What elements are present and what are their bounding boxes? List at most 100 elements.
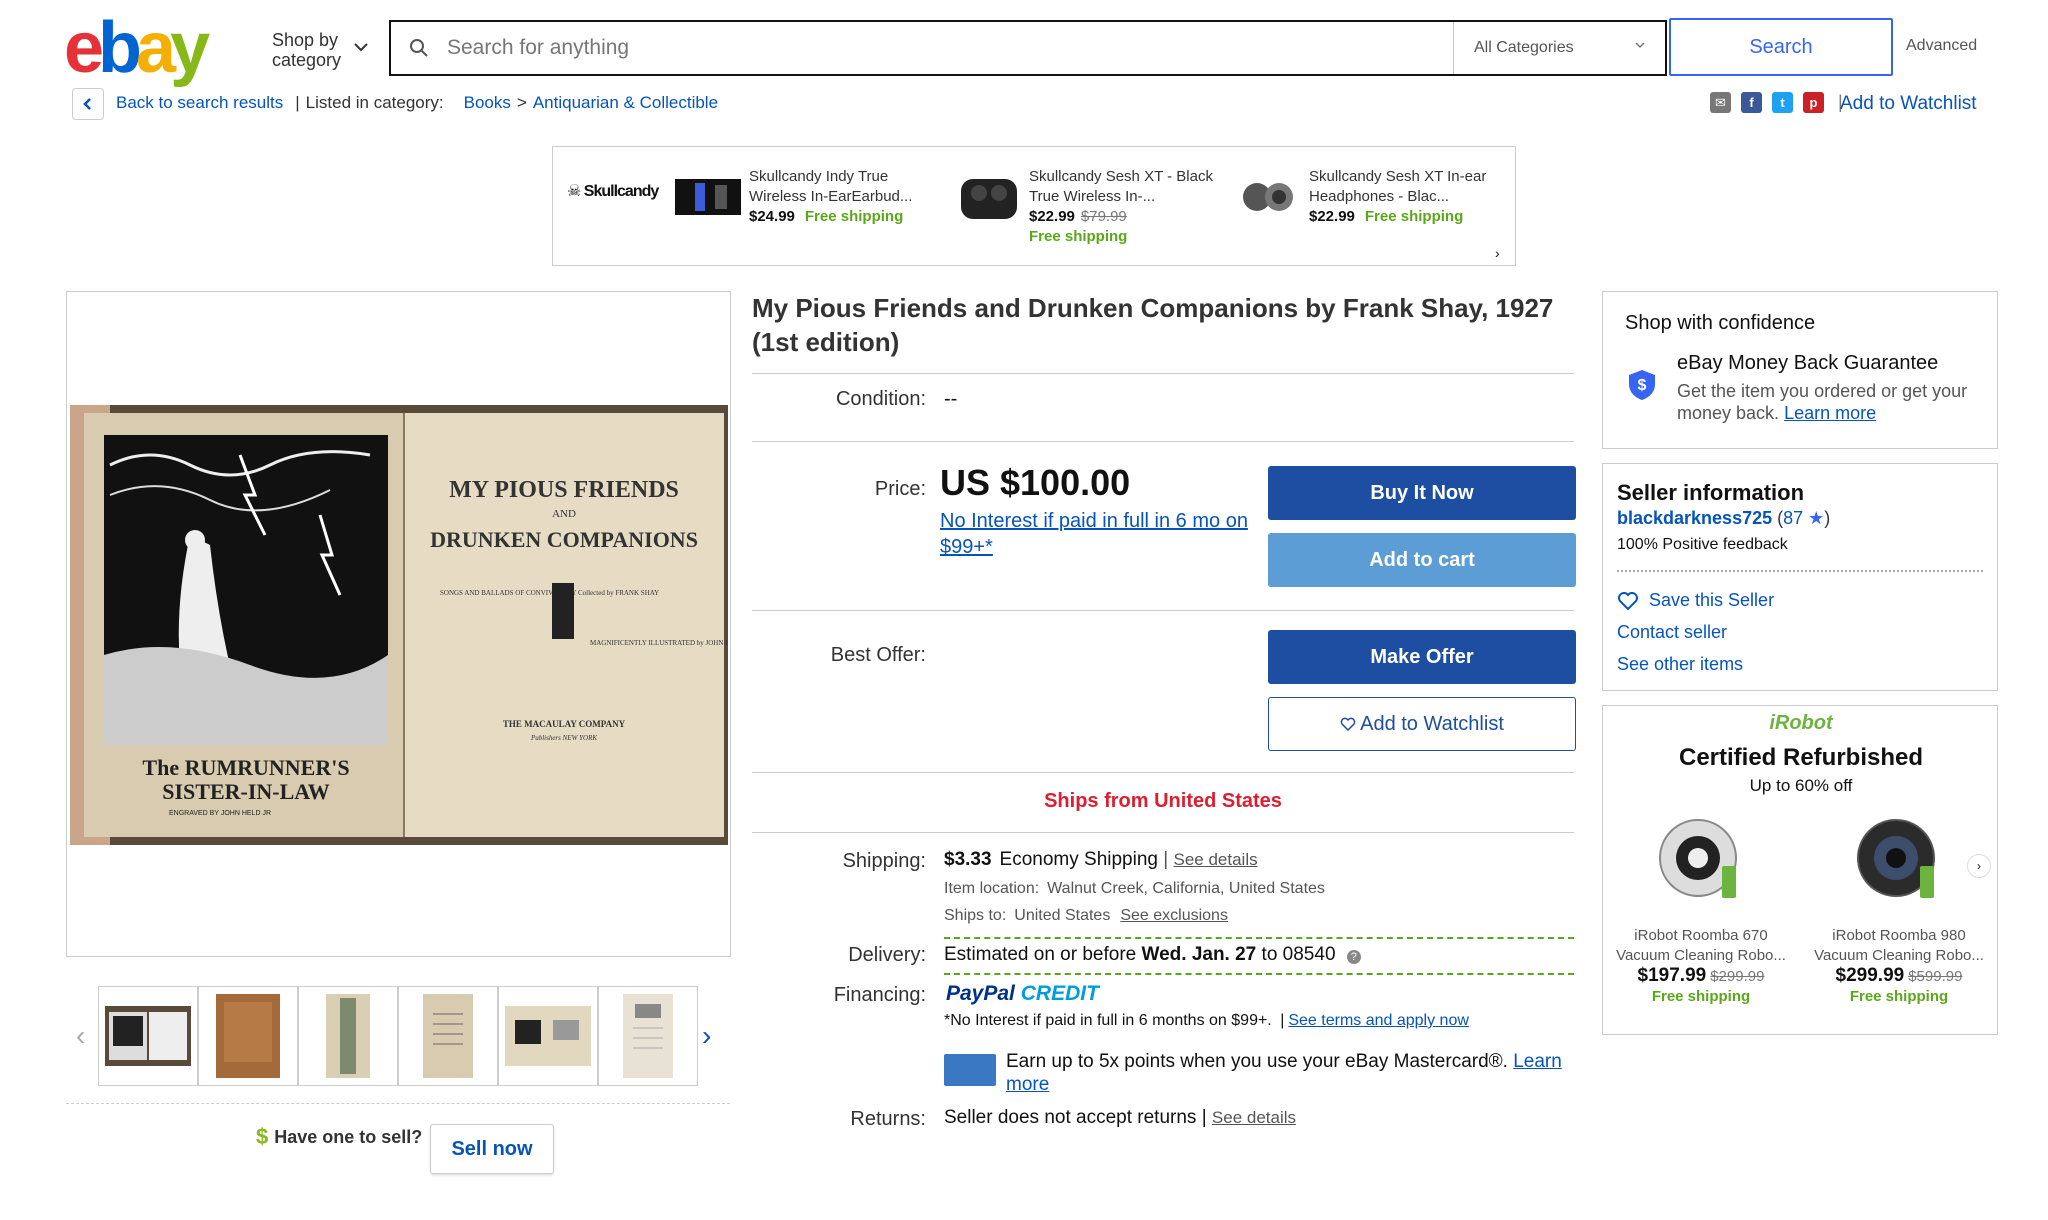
item-location-label: Item location: — [944, 880, 1040, 897]
ad-item[interactable]: Skullcandy Sesh XT In-ear Headphones - B… — [1235, 167, 1495, 227]
earbuds-case-image — [961, 179, 1017, 219]
earbuds-image — [1243, 183, 1293, 211]
heart-icon — [1340, 717, 1356, 731]
robot-desc: Vacuum Cleaning Robo... — [1616, 947, 1786, 964]
ships-to-label: Ships to: — [944, 907, 1007, 924]
earbuds-image — [675, 179, 741, 215]
no-interest-link[interactable]: No Interest if paid in full in 6 mo on $… — [940, 508, 1260, 560]
best-offer-label: Best Offer: — [830, 644, 926, 666]
ad-item-price: $24.99 — [749, 208, 795, 225]
ships-to-value: United States — [1014, 907, 1111, 924]
seller-title: Seller information — [1617, 480, 1805, 505]
add-to-cart-button[interactable]: Add to cart — [1268, 533, 1576, 587]
divider — [752, 832, 1574, 833]
returns-see-details-link[interactable]: See details — [1212, 1108, 1296, 1127]
image-text: MAGNIFICENTLY ILLUSTRATED by JOHN HELD J… — [590, 639, 728, 647]
sell-now-button[interactable]: Sell now — [430, 1124, 554, 1174]
delivery-prefix: Estimated on or before — [944, 944, 1137, 965]
returns-text: Seller does not accept returns — [944, 1107, 1197, 1128]
add-to-watchlist-label: Add to Watchlist — [1360, 712, 1504, 735]
main-image-container[interactable]: The RUMRUNNER'S SISTER-IN-LAW ENGRAVED B… — [66, 291, 731, 957]
chevron-down-icon[interactable] — [352, 38, 370, 56]
robot-was-price: $599.99 — [1908, 968, 1963, 985]
seller-score-link[interactable]: 87 — [1783, 508, 1803, 528]
divider — [752, 610, 1574, 611]
email-icon[interactable]: ✉ — [1710, 92, 1731, 113]
category-select[interactable]: All Categories — [1453, 22, 1665, 74]
robot-item[interactable]: iRobot Roomba 670 Vacuum Cleaning Robo..… — [1603, 816, 1799, 1007]
search-input[interactable] — [447, 22, 1453, 74]
breadcrumb-books[interactable]: Books — [464, 93, 511, 113]
delivery-label: Delivery: — [848, 944, 926, 966]
irobot-ad-panel[interactable]: iRobot Certified Refurbished Up to 60% o… — [1602, 705, 1998, 1035]
facebook-icon[interactable]: f — [1741, 92, 1762, 113]
shipping-method: Economy Shipping — [999, 849, 1158, 870]
credit-wordmark: CREDIT — [1020, 982, 1099, 1005]
add-to-watchlist-button[interactable]: Add to Watchlist — [1268, 697, 1576, 751]
have-one-to-sell: $ Have one to sell? — [256, 1124, 422, 1150]
save-seller-link[interactable]: Save this Seller — [1617, 590, 1774, 611]
item-location-value: Walnut Creek, California, United States — [1047, 880, 1325, 897]
ad-item-shipping: Free shipping — [804, 208, 904, 225]
thumbnail-next-button[interactable]: › — [702, 1020, 711, 1052]
image-caption: ENGRAVED BY JOHN HELD JR — [169, 810, 271, 817]
ad-next-button[interactable]: › — [1495, 245, 1513, 263]
returns-value: Seller does not accept returns | See det… — [944, 1107, 1296, 1129]
shipping-see-details-link[interactable]: See details — [1173, 850, 1257, 869]
breadcrumb: Back to search results | Listed in categ… — [116, 93, 718, 113]
ebay-logo[interactable]: ebay — [64, 12, 224, 84]
shipping-value: $3.33 Economy Shipping | See details — [944, 849, 1258, 871]
divider — [1617, 570, 1983, 572]
share-icons: ✉ f t p | — [1710, 92, 1843, 113]
thumbnail[interactable] — [498, 986, 598, 1086]
twitter-icon[interactable]: t — [1772, 92, 1793, 113]
thumbnail-prev-button[interactable]: ‹ — [76, 1020, 85, 1052]
ad-banner[interactable]: ☠ Skullcandy Skullcandy Indy True Wirele… — [552, 146, 1516, 266]
delivery-zip: to 08540 — [1261, 944, 1336, 965]
image-text: Publishers NEW YORK — [530, 734, 597, 742]
financing-note: *No Interest if paid in full in 6 months… — [944, 1012, 1469, 1030]
back-to-search-link[interactable]: Back to search results — [116, 93, 283, 113]
chevron-left-icon — [83, 98, 91, 110]
money-back-learn-more-link[interactable]: Learn more — [1784, 403, 1876, 423]
seller-name-link[interactable]: blackdarkness725 — [1617, 508, 1772, 528]
robot-shipping: Free shipping — [1651, 988, 1751, 1005]
robot-next-button[interactable]: › — [1967, 854, 1991, 878]
thumbnail[interactable] — [298, 986, 398, 1086]
ad-item-shipping: Free shipping — [1364, 208, 1464, 225]
thumbnail[interactable] — [398, 986, 498, 1086]
info-icon[interactable]: ? — [1346, 950, 1361, 964]
robot-shipping: Free shipping — [1849, 988, 1949, 1005]
image-caption: SISTER-IN-LAW — [162, 779, 330, 804]
item-title: My Pious Friends and Drunken Companions … — [752, 293, 1554, 357]
pinterest-icon[interactable]: p — [1803, 92, 1824, 113]
ad-item[interactable]: Skullcandy Indy True Wireless In-EarEarb… — [675, 167, 935, 227]
advanced-search-link[interactable]: Advanced — [1906, 37, 1977, 55]
dollar-icon: $ — [256, 1124, 269, 1149]
make-offer-button[interactable]: Make Offer — [1268, 630, 1576, 684]
thumbnail[interactable] — [198, 986, 298, 1086]
thumbnail[interactable] — [98, 986, 198, 1086]
price-label: Price: — [874, 478, 926, 500]
item-location: Item location: Walnut Creek, California, … — [944, 880, 1325, 898]
back-button[interactable] — [72, 88, 104, 120]
contact-seller-link[interactable]: Contact seller — [1617, 622, 1727, 643]
see-terms-link[interactable]: See terms and apply now — [1288, 1012, 1469, 1029]
save-seller-label: Save this Seller — [1649, 590, 1775, 610]
robot-name: iRobot Roomba 670 — [1634, 927, 1768, 944]
buy-it-now-button[interactable]: Buy It Now — [1268, 466, 1576, 520]
see-other-items-link[interactable]: See other items — [1617, 654, 1743, 675]
book-photo: The RUMRUNNER'S SISTER-IN-LAW ENGRAVED B… — [70, 405, 728, 845]
breadcrumb-arrow: > — [516, 93, 527, 112]
search-icon — [391, 22, 447, 74]
search-button[interactable]: Search — [1669, 18, 1893, 76]
breadcrumb-antiquarian[interactable]: Antiquarian & Collectible — [533, 93, 718, 113]
add-to-watchlist-link[interactable]: Add to Watchlist — [1840, 93, 1977, 115]
divider — [752, 373, 1574, 374]
robot-item[interactable]: iRobot Roomba 980 Vacuum Cleaning Robo..… — [1801, 816, 1997, 1007]
ad-item[interactable]: Skullcandy Sesh XT - Black True Wireless… — [955, 167, 1215, 247]
heart-icon — [1618, 591, 1638, 610]
paypal-credit-logo: PayPal CREDIT — [946, 982, 1099, 1006]
thumbnail[interactable] — [598, 986, 698, 1086]
see-exclusions-link[interactable]: See exclusions — [1120, 907, 1228, 924]
